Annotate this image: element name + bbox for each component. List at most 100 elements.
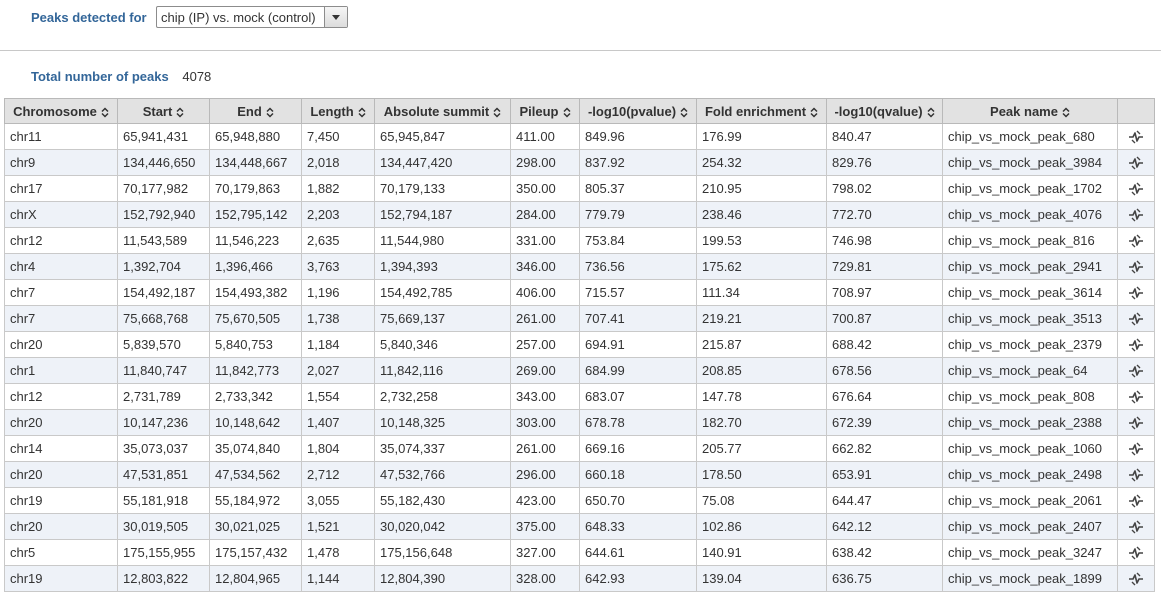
column-header-start[interactable]: Start [117, 98, 210, 124]
view-peak-icon[interactable] [1128, 180, 1144, 196]
view-peak-button[interactable] [1117, 513, 1155, 540]
view-peak-button[interactable] [1117, 149, 1155, 176]
table-row[interactable]: chr7 75,668,768 75,670,505 1,738 75,669,137 2… [4, 305, 1155, 332]
cell-length: 1,738 [301, 305, 375, 332]
view-peak-button[interactable] [1117, 461, 1155, 488]
cell-chromosome: chr14 [4, 435, 118, 462]
cell-absolute-summit: 154,492,785 [374, 279, 511, 306]
view-peak-button[interactable] [1117, 409, 1155, 436]
column-header-peak-name[interactable]: Peak name [942, 98, 1118, 124]
view-peak-button[interactable] [1117, 279, 1155, 306]
view-peak-button[interactable] [1117, 227, 1155, 254]
cell-length: 2,203 [301, 201, 375, 228]
view-peak-icon[interactable] [1128, 414, 1144, 430]
column-header-neg-log10-pvalue[interactable]: -log10(pvalue) [579, 98, 697, 124]
table-row[interactable]: chr7 154,492,187 154,493,382 1,196 154,492,7… [4, 279, 1155, 306]
table-row[interactable]: chr11 65,941,431 65,948,880 7,450 65,945,847… [4, 123, 1155, 150]
view-peak-icon[interactable] [1128, 440, 1144, 456]
cell-chromosome: chr7 [4, 305, 118, 332]
cell-start: 2,731,789 [117, 383, 210, 410]
cell-neg-log10-pvalue: 694.91 [579, 331, 697, 358]
table-row[interactable]: chr14 35,073,037 35,074,840 1,804 35,074,337… [4, 435, 1155, 462]
view-peak-button[interactable] [1117, 487, 1155, 514]
view-peak-button[interactable] [1117, 435, 1155, 462]
view-peak-icon[interactable] [1128, 570, 1144, 586]
cell-absolute-summit: 30,020,042 [374, 513, 511, 540]
table-row[interactable]: chr19 55,181,918 55,184,972 3,055 55,182,430… [4, 487, 1155, 514]
view-peak-button[interactable] [1117, 201, 1155, 228]
cell-absolute-summit: 55,182,430 [374, 487, 511, 514]
view-peak-icon[interactable] [1128, 284, 1144, 300]
view-peak-icon[interactable] [1128, 336, 1144, 352]
view-peak-icon[interactable] [1128, 206, 1144, 222]
view-peak-icon[interactable] [1128, 362, 1144, 378]
cell-pileup: 406.00 [510, 279, 580, 306]
cell-neg-log10-qvalue: 676.64 [826, 383, 943, 410]
cell-chromosome: chr20 [4, 409, 118, 436]
view-peak-button[interactable] [1117, 305, 1155, 332]
cell-neg-log10-qvalue: 700.87 [826, 305, 943, 332]
table-row[interactable]: chr17 70,177,982 70,179,863 1,882 70,179,133… [4, 175, 1155, 202]
cell-absolute-summit: 70,179,133 [374, 175, 511, 202]
chevron-down-icon[interactable] [324, 7, 347, 27]
sort-icon[interactable] [680, 107, 688, 118]
table-row[interactable]: chr5 175,155,955 175,157,432 1,478 175,156,6… [4, 539, 1155, 566]
view-peak-button[interactable] [1117, 331, 1155, 358]
column-header-absolute-summit[interactable]: Absolute summit [374, 98, 511, 124]
view-peak-icon[interactable] [1128, 154, 1144, 170]
cell-pileup: 423.00 [510, 487, 580, 514]
comparison-select[interactable]: chip (IP) vs. mock (control) [156, 6, 348, 28]
table-row[interactable]: chrX 152,792,940 152,795,142 2,203 152,794,1… [4, 201, 1155, 228]
cell-chromosome: chr17 [4, 175, 118, 202]
view-peak-button[interactable] [1117, 253, 1155, 280]
column-header-end[interactable]: End [209, 98, 302, 124]
cell-chromosome: chr5 [4, 539, 118, 566]
view-peak-icon[interactable] [1128, 466, 1144, 482]
view-peak-button[interactable] [1117, 383, 1155, 410]
sort-icon[interactable] [101, 107, 109, 118]
column-header-neg-log10-qvalue[interactable]: -log10(qvalue) [826, 98, 943, 124]
column-header-length[interactable]: Length [301, 98, 375, 124]
view-peak-icon[interactable] [1128, 388, 1144, 404]
cell-end: 1,396,466 [209, 253, 302, 280]
sort-icon[interactable] [810, 107, 818, 118]
cell-pileup: 298.00 [510, 149, 580, 176]
cell-pileup: 327.00 [510, 539, 580, 566]
table-row[interactable]: chr12 2,731,789 2,733,342 1,554 2,732,258 343… [4, 383, 1155, 410]
view-peak-icon[interactable] [1128, 310, 1144, 326]
table-row[interactable]: chr12 11,543,589 11,546,223 2,635 11,544,980… [4, 227, 1155, 254]
sort-icon[interactable] [176, 107, 184, 118]
sort-icon[interactable] [358, 107, 366, 118]
view-peak-icon[interactable] [1128, 128, 1144, 144]
cell-chromosome: chr1 [4, 357, 118, 384]
table-row[interactable]: chr20 47,531,851 47,534,562 2,712 47,532,766… [4, 461, 1155, 488]
sort-icon[interactable] [1062, 107, 1070, 118]
table-row[interactable]: chr20 10,147,236 10,148,642 1,407 10,148,325… [4, 409, 1155, 436]
view-peak-button[interactable] [1117, 539, 1155, 566]
column-header-pileup[interactable]: Pileup [510, 98, 580, 124]
view-peak-icon[interactable] [1128, 258, 1144, 274]
view-peak-icon[interactable] [1128, 544, 1144, 560]
cell-pileup: 375.00 [510, 513, 580, 540]
cell-neg-log10-pvalue: 642.93 [579, 565, 697, 592]
view-peak-icon[interactable] [1128, 232, 1144, 248]
table-row[interactable]: chr20 5,839,570 5,840,753 1,184 5,840,346 257… [4, 331, 1155, 358]
cell-peak-name: chip_vs_mock_peak_2379 [942, 331, 1118, 358]
table-row[interactable]: chr19 12,803,822 12,804,965 1,144 12,804,390… [4, 565, 1155, 592]
view-peak-icon[interactable] [1128, 518, 1144, 534]
sort-icon[interactable] [493, 107, 501, 118]
sort-icon[interactable] [927, 107, 935, 118]
view-peak-button[interactable] [1117, 357, 1155, 384]
column-header-chromosome[interactable]: Chromosome [4, 98, 118, 124]
view-peak-button[interactable] [1117, 123, 1155, 150]
view-peak-icon[interactable] [1128, 492, 1144, 508]
table-row[interactable]: chr4 1,392,704 1,396,466 3,763 1,394,393 346.… [4, 253, 1155, 280]
view-peak-button[interactable] [1117, 565, 1155, 592]
sort-icon[interactable] [266, 107, 274, 118]
sort-icon[interactable] [562, 107, 571, 118]
table-row[interactable]: chr20 30,019,505 30,021,025 1,521 30,020,042… [4, 513, 1155, 540]
table-row[interactable]: chr1 11,840,747 11,842,773 2,027 11,842,116 2… [4, 357, 1155, 384]
table-row[interactable]: chr9 134,446,650 134,448,667 2,018 134,447,4… [4, 149, 1155, 176]
column-header-fold-enrichment[interactable]: Fold enrichment [696, 98, 827, 124]
view-peak-button[interactable] [1117, 175, 1155, 202]
